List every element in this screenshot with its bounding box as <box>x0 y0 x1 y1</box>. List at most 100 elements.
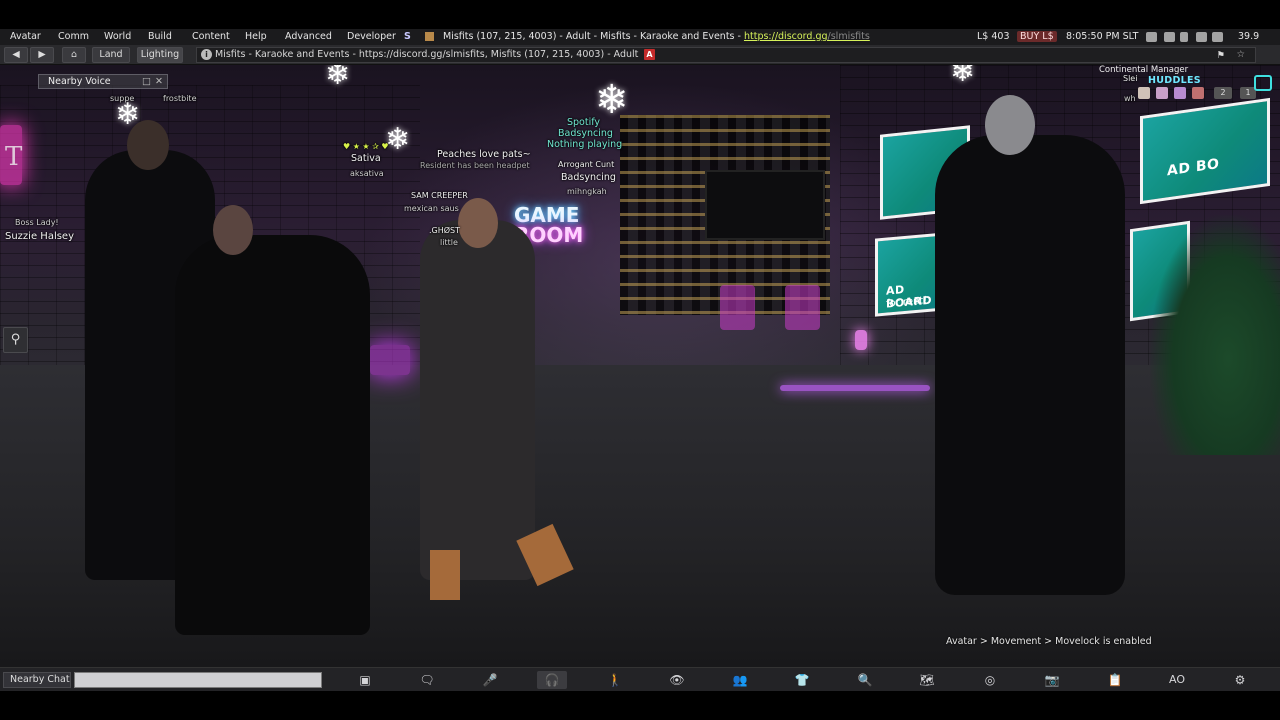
walk-icon[interactable]: 🚶 <box>600 671 630 689</box>
location-text: Misfits (107, 215, 4003) - Adult - Misfi… <box>443 31 744 42</box>
hud-avatar-4[interactable] <box>1192 87 1204 99</box>
hud-avatar-3[interactable] <box>1174 87 1186 99</box>
menu-build[interactable]: Build <box>148 31 172 42</box>
adult-rating-badge: A <box>644 49 655 60</box>
menu-content[interactable]: Content <box>192 31 230 42</box>
club-logo: T <box>5 142 23 172</box>
pause-icon[interactable] <box>1180 32 1188 42</box>
microphone-icon[interactable]: 🎤 <box>475 671 505 689</box>
bottom-toolbar: Nearby Chat ▣ 🗨 🎤 🎧 🚶 👁 👥 👕 🔍 🗺 ◎ 📷 📋 AO… <box>0 667 1280 691</box>
video-screen <box>705 170 825 240</box>
settings-gear-icon[interactable]: ⚙ <box>1225 671 1255 689</box>
chat-input[interactable] <box>74 672 322 688</box>
game-sign-line1: GAME <box>514 203 580 227</box>
menu-comm[interactable]: Comm <box>58 31 89 42</box>
people-icon[interactable]: 👥 <box>725 671 755 689</box>
script-icon[interactable]: S <box>404 31 411 42</box>
volume-icon[interactable] <box>1212 32 1223 42</box>
back-arrow-icon: ◀ <box>12 49 20 60</box>
huddles-title: HUDDLES <box>1148 75 1201 86</box>
top-letterbox <box>0 0 1280 29</box>
appearance-shirt-icon[interactable]: 👕 <box>787 671 817 689</box>
nametag-sam-sub: mexican saus <box>404 204 459 213</box>
christmas-tree <box>1150 215 1280 455</box>
location-input[interactable]: i Misfits - Karaoke and Events - https:/… <box>196 47 1256 63</box>
snapshot-camera-icon[interactable]: 📷 <box>1037 671 1067 689</box>
poster-left <box>720 285 755 330</box>
bottom-letterbox <box>0 691 1280 720</box>
nearby-voice-title: Nearby Voice <box>48 76 111 87</box>
balance-label[interactable]: L$ 403 <box>977 31 1010 42</box>
lighting-button[interactable]: Lighting <box>137 47 183 63</box>
radar-icon[interactable]: ◎ <box>975 671 1005 689</box>
minimize-icon[interactable]: □ <box>142 75 151 88</box>
media-icon[interactable] <box>1146 32 1157 42</box>
avatar-woman-center[interactable] <box>420 198 574 600</box>
nametag-suzzie[interactable]: Suzzie Halsey <box>5 231 74 242</box>
menu-help[interactable]: Help <box>245 31 267 42</box>
hud-avatar-1[interactable] <box>1138 87 1150 99</box>
hud-avatar-2[interactable] <box>1156 87 1168 99</box>
favorite-star-icon[interactable]: ☆ <box>1236 48 1245 62</box>
ad-board-3[interactable]: AD BO <box>1140 97 1270 205</box>
forward-arrow-icon: ▶ <box>38 49 46 60</box>
flag-icon[interactable]: ⚑ <box>1216 49 1225 62</box>
location-info: Misfits (107, 215, 4003) - Adult - Misfi… <box>443 31 870 42</box>
info-icon[interactable]: i <box>201 49 212 60</box>
nearby-chat-button[interactable]: Nearby Chat <box>3 672 71 688</box>
avatar-woman-left[interactable] <box>175 205 370 635</box>
menu-bar: Avatar Comm World Build Content Help Adv… <box>0 29 1280 45</box>
gesture-icon[interactable]: ▣ <box>350 671 380 689</box>
menu-avatar[interactable]: Avatar <box>10 31 41 42</box>
nametag-peaches[interactable]: Peaches love pats~ <box>437 149 531 160</box>
nametag-badsyncing-green: Badsyncing <box>558 128 613 139</box>
map-pin-icon: ⚲ <box>10 332 21 347</box>
nametag-resident-line: Resident has been headpet <box>420 161 530 170</box>
close-icon[interactable]: ✕ <box>155 75 163 88</box>
avatar-head <box>213 205 253 255</box>
hud-count-a[interactable]: 2 <box>1214 87 1232 99</box>
chat-bubble-icon[interactable]: 🗨 <box>412 671 442 689</box>
forward-button[interactable]: ▶ <box>30 47 54 63</box>
menu-developer[interactable]: Developer <box>347 31 396 42</box>
headphones-icon[interactable]: 🎧 <box>537 671 567 689</box>
buy-lindens-button[interactable]: BUY L$ <box>1017 31 1057 42</box>
nametag-frostbite: frostbite <box>163 94 197 103</box>
world-viewport[interactable]: AD BOARD for rent! AD BO GAME ROOM ❄ ❄ ❄… <box>0 65 1280 667</box>
clock-label: 8:05:50 PM SLT <box>1066 31 1139 42</box>
fps-label: 39.9 <box>1238 31 1260 42</box>
camera-eye-icon[interactable]: 👁 <box>662 671 692 689</box>
avatar-man-right[interactable] <box>935 95 1125 595</box>
ao-button[interactable]: AO <box>1162 671 1192 689</box>
neon-glow <box>370 345 410 375</box>
neon-floor-strip <box>780 385 930 391</box>
nametag-badsyncing[interactable]: Badsyncing <box>561 172 616 183</box>
parcel-icon[interactable] <box>425 32 434 41</box>
navigation-bar: ◀ ▶ ⌂ Land Lighting i Misfits - Karaoke … <box>0 45 1280 65</box>
location-link[interactable]: https://discord.gg/slmisfits <box>744 31 870 42</box>
inventory-icon[interactable]: 📋 <box>1100 671 1130 689</box>
location-link-base[interactable]: https://discord.gg <box>744 31 828 42</box>
huddles-hud[interactable]: Continental Manager HUDDLES 2 1 <box>1099 65 1276 106</box>
land-button[interactable]: Land <box>92 47 130 63</box>
ad-board-3-title: AD BO <box>1167 155 1220 180</box>
menu-advanced[interactable]: Advanced <box>285 31 332 42</box>
snowflake-1: ❄ <box>325 65 351 92</box>
search-icon[interactable]: 🔍 <box>850 671 880 689</box>
nametag-ghost[interactable]: .GHØST <box>429 225 460 236</box>
monitor-icon[interactable] <box>1164 32 1175 42</box>
nametag-spotify: Spotify <box>567 117 601 128</box>
home-button[interactable]: ⌂ <box>62 47 86 63</box>
snowflake-5: ❄ <box>950 65 976 89</box>
hud-screen-icon[interactable] <box>1254 75 1272 91</box>
nametag-sativa[interactable]: Sativa <box>351 153 381 164</box>
back-button[interactable]: ◀ <box>4 47 28 63</box>
play-icon[interactable] <box>1196 32 1207 42</box>
location-link-tail[interactable]: /slmisfits <box>828 31 870 42</box>
menu-world[interactable]: World <box>104 31 131 42</box>
nearby-voice-floater[interactable]: Nearby Voice □ ✕ <box>38 74 168 89</box>
boot-left <box>430 550 460 600</box>
minimap-button[interactable]: ⚲ <box>3 327 28 353</box>
nametag-sam-creeper[interactable]: SAM CREEPER <box>411 190 468 201</box>
world-map-icon[interactable]: 🗺 <box>912 671 942 689</box>
